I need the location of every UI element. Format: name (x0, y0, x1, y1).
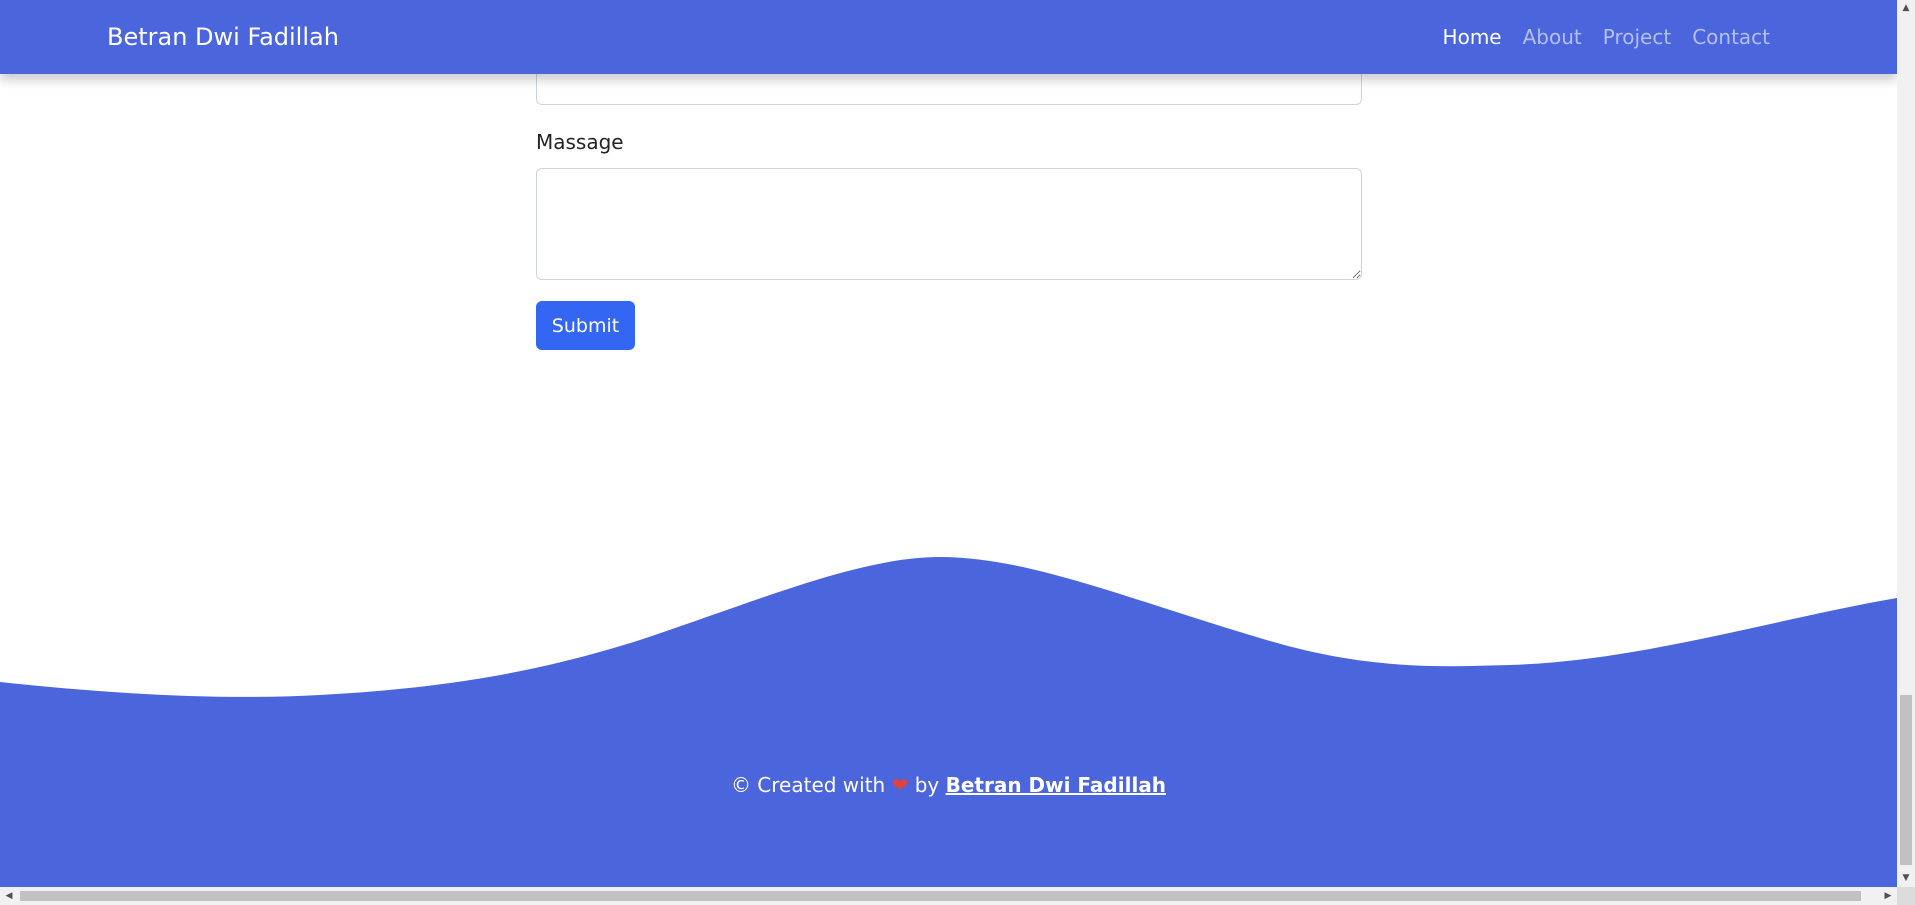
nav-links: Home About Project Contact (1443, 25, 1770, 49)
navbar: Betran Dwi Fadillah Home About Project C… (0, 0, 1897, 74)
horizontal-scrollbar[interactable]: ◀ ▶ (0, 887, 1897, 905)
footer-credit: © Created with ❤ by Betran Dwi Fadillah (0, 773, 1897, 797)
nav-link-home[interactable]: Home (1443, 25, 1502, 49)
heart-icon: ❤ (891, 773, 909, 797)
scroll-up-arrow-icon[interactable]: ▲ (1897, 0, 1915, 17)
page: Massage Submit © Created with ❤ by Betra… (0, 0, 1897, 887)
scrollbar-corner (1897, 887, 1915, 905)
author-link[interactable]: Betran Dwi Fadillah (946, 773, 1166, 797)
footer-wave-shape (0, 557, 1897, 887)
footer-by: by (914, 773, 940, 797)
scroll-down-arrow-icon[interactable]: ▼ (1897, 870, 1915, 887)
footer-prefix: © Created with (730, 773, 886, 797)
message-textarea[interactable] (536, 168, 1362, 280)
message-label: Massage (536, 130, 624, 154)
brand-link[interactable]: Betran Dwi Fadillah (107, 23, 339, 51)
nav-link-project[interactable]: Project (1603, 25, 1671, 49)
horizontal-scroll-thumb[interactable] (20, 891, 1861, 901)
vertical-scrollbar[interactable]: ▲ ▼ (1897, 0, 1915, 887)
submit-button[interactable]: Submit (536, 301, 635, 350)
vertical-scroll-thumb[interactable] (1900, 695, 1912, 865)
nav-link-contact[interactable]: Contact (1692, 25, 1770, 49)
footer-wave (0, 557, 1897, 887)
scroll-left-arrow-icon[interactable]: ◀ (0, 887, 18, 905)
nav-link-about[interactable]: About (1523, 25, 1582, 49)
scroll-right-arrow-icon[interactable]: ▶ (1879, 887, 1897, 905)
